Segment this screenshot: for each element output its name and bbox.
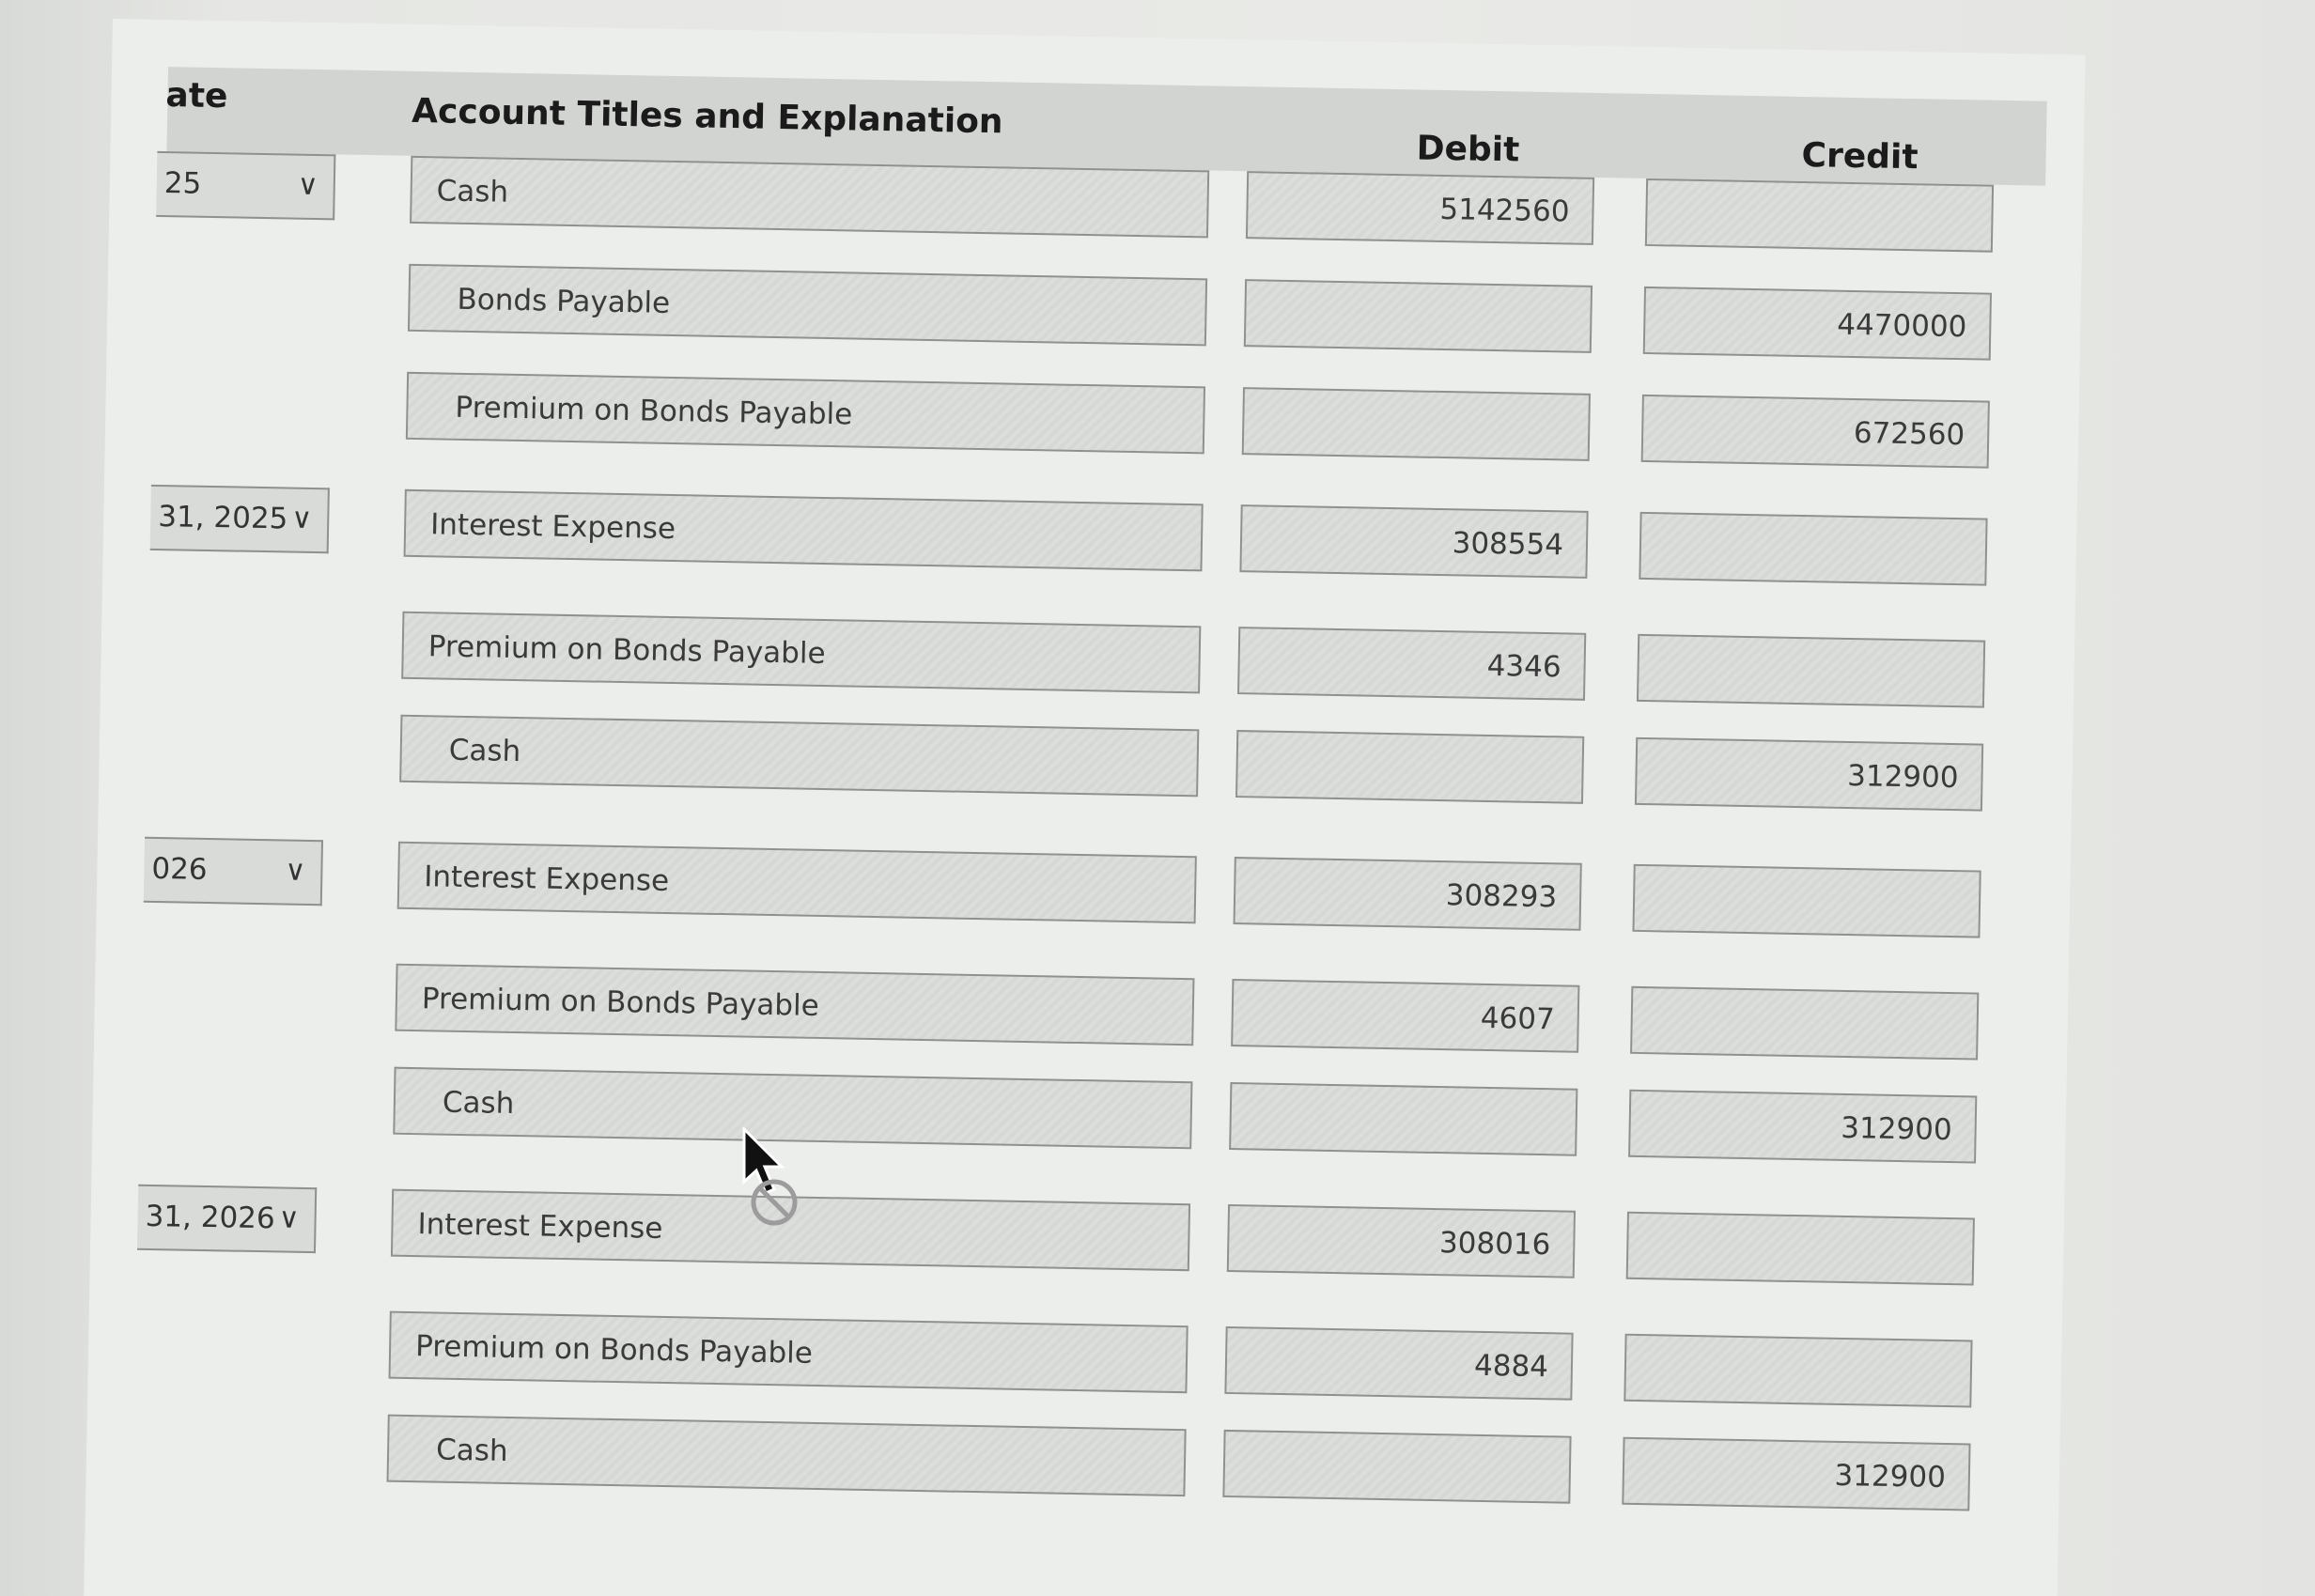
date-value: 31, 2026 [145, 1199, 275, 1236]
credit-input[interactable] [1639, 511, 1988, 586]
account-title-input-text: Bonds Payable [457, 282, 671, 320]
account-title-input[interactable]: Interest Expense [396, 841, 1197, 924]
account-title-input-text: Premium on Bonds Payable [414, 1329, 814, 1371]
debit-input[interactable] [1241, 387, 1591, 461]
journal-entry-panel: ate Account Titles and Explanation Debit… [83, 19, 2086, 1596]
credit-input-text: 312900 [1834, 1458, 1947, 1495]
account-title-input[interactable]: Cash [399, 714, 1200, 798]
debit-input[interactable] [1222, 1429, 1572, 1504]
account-title-input-text: Premium on Bonds Payable [421, 982, 820, 1023]
account-title-input-text: Cash [436, 174, 509, 209]
account-title-input-text: Interest Expense [429, 507, 676, 547]
debit-input[interactable]: 308016 [1226, 1203, 1577, 1278]
debit-input[interactable]: 4346 [1237, 627, 1587, 701]
screen: ate Account Titles and Explanation Debit… [0, 0, 2315, 1596]
date-dropdown[interactable]: 31, 2025 ∨ [149, 484, 330, 554]
header-debit: Debit [1416, 129, 1520, 170]
date-dropdown[interactable]: 31, 2026 ∨ [136, 1184, 318, 1254]
date-dropdown[interactable]: 25 ∨ [156, 150, 336, 221]
credit-input-text: 312900 [1846, 758, 1959, 796]
chevron-down-icon: ∨ [285, 854, 306, 888]
date-value: 31, 2025 [157, 499, 288, 536]
account-title-input[interactable]: Premium on Bonds Payable [388, 1310, 1189, 1394]
debit-input-text: 4884 [1473, 1348, 1549, 1385]
account-title-input-text: Premium on Bonds Payable [455, 390, 853, 432]
credit-input[interactable]: 312900 [1622, 1436, 1971, 1511]
debit-input[interactable] [1235, 730, 1585, 804]
credit-input[interactable] [1632, 863, 1981, 938]
account-title-input[interactable]: Premium on Bonds Payable [401, 611, 1202, 694]
debit-input[interactable]: 308554 [1239, 504, 1589, 579]
date-dropdown[interactable]: 026 ∨ [143, 836, 324, 906]
account-title-input[interactable]: Interest Expense [403, 488, 1204, 572]
debit-input[interactable]: 308293 [1233, 857, 1582, 931]
debit-input[interactable]: 4607 [1231, 979, 1580, 1053]
debit-input-text: 4346 [1486, 648, 1561, 685]
account-title-input[interactable]: Cash [386, 1414, 1187, 1497]
chevron-down-icon: ∨ [297, 168, 319, 203]
mouse-pointer-icon [742, 1127, 798, 1226]
account-title-input-text: Cash [442, 1085, 515, 1122]
header-credit: Credit [1801, 135, 1919, 178]
credit-input[interactable]: 312900 [1628, 1089, 1978, 1164]
debit-input-text: 308554 [1452, 526, 1564, 563]
header-date: ate [165, 76, 228, 116]
debit-input-text: 308293 [1445, 878, 1558, 915]
account-title-input[interactable]: Cash [410, 155, 1210, 239]
date-value: 026 [151, 851, 208, 887]
debit-input[interactable]: 5142560 [1245, 171, 1595, 245]
date-value: 25 [163, 166, 202, 201]
account-title-input[interactable]: Bonds Payable [407, 263, 1208, 347]
debit-input[interactable] [1243, 279, 1593, 353]
chevron-down-icon: ∨ [278, 1201, 300, 1235]
credit-input[interactable] [1630, 985, 1980, 1061]
account-title-input-text: Cash [448, 733, 521, 769]
credit-input-text: 312900 [1840, 1110, 1952, 1148]
credit-input[interactable]: 312900 [1634, 736, 1984, 812]
account-title-input-text: Cash [435, 1433, 508, 1468]
chevron-down-icon: ∨ [290, 502, 313, 535]
account-title-input-text: Interest Expense [417, 1207, 663, 1246]
account-title-input-text: Premium on Bonds Payable [427, 629, 826, 672]
credit-input[interactable] [1624, 1333, 1973, 1408]
credit-input[interactable] [1636, 633, 1986, 708]
journal-rows: 25 ∨ Cash 5142560 Bonds Payable 4470000 Premiu… [113, 19, 2086, 1511]
credit-input[interactable]: 672560 [1640, 394, 1990, 469]
credit-input-text: 672560 [1853, 416, 1965, 453]
debit-input-text: 308016 [1438, 1226, 1551, 1263]
debit-input-text: 5142560 [1439, 192, 1570, 229]
account-title-input[interactable]: Premium on Bonds Payable [405, 371, 1206, 455]
credit-input-text: 4470000 [1836, 307, 1967, 345]
debit-input[interactable] [1229, 1081, 1578, 1156]
credit-input[interactable]: 4470000 [1642, 286, 1992, 361]
account-title-input[interactable]: Premium on Bonds Payable [395, 963, 1195, 1046]
account-title-input-text: Interest Expense [423, 860, 670, 899]
debit-input[interactable]: 4884 [1224, 1325, 1574, 1401]
debit-input-text: 4607 [1480, 1000, 1556, 1037]
credit-input[interactable] [1644, 178, 1995, 253]
credit-input[interactable] [1625, 1211, 1975, 1286]
